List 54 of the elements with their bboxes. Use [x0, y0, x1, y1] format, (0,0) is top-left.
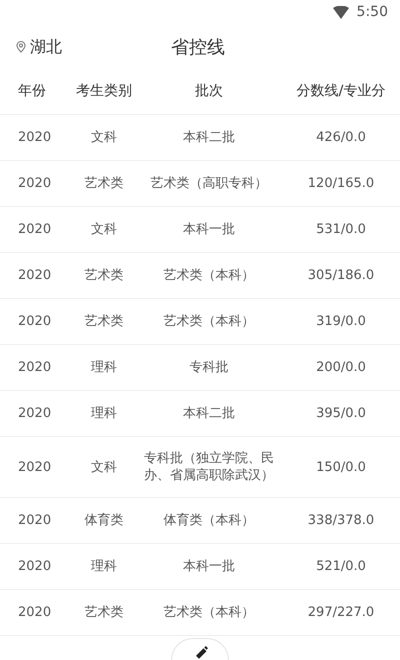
table-cell: 文科	[91, 221, 117, 238]
table-cell-text: 305/186.0	[306, 267, 374, 284]
table-cell-text: 200/0.0	[315, 359, 366, 376]
table-cell-text: 2020	[17, 313, 52, 331]
table-cell-text: 319/0.0	[315, 313, 366, 330]
table-cell: 理科	[91, 558, 117, 575]
column-header: 批次	[194, 82, 224, 101]
column-header: 考生类别	[75, 82, 133, 101]
table-cell: 理科	[91, 405, 117, 422]
table-cell-text: 297/227.0	[306, 604, 374, 621]
table-cell: 艺术类（高职专科）	[150, 175, 268, 192]
page-title: 省控线	[171, 36, 225, 60]
table-cell-text: 120/165.0	[306, 175, 374, 192]
table-cell: 艺术类	[84, 267, 124, 284]
location-label[interactable]: 湖北	[30, 35, 62, 59]
table-cell-text: 专科批（独立学院、民办、省属高职除武汉）	[143, 450, 275, 484]
table-cell-text: 2020	[17, 267, 52, 285]
table-cell-text: 2020	[17, 175, 52, 193]
table-cell-text: 521/0.0	[315, 558, 366, 575]
table-cell: 艺术类（本科）	[164, 604, 254, 621]
table-cell-text: 531/0.0	[315, 221, 366, 238]
table-cell: 艺术类（本科）	[164, 313, 254, 330]
column-header: 年份	[17, 82, 47, 101]
table-cell-text: 2020	[17, 512, 52, 530]
location-pin-icon[interactable]	[16, 41, 26, 53]
table-cell-text: 2020	[17, 221, 52, 239]
table-cell: 体育类	[84, 512, 124, 529]
table-cell: 文科	[91, 458, 117, 476]
table-cell: 艺术类	[84, 313, 124, 330]
table-cell-text: 395/0.0	[315, 405, 366, 422]
table-cell-text: 2020	[17, 359, 52, 377]
table-cell: 理科	[91, 359, 117, 376]
table-cell: 艺术类	[84, 604, 124, 621]
edit-button[interactable]	[171, 638, 229, 660]
column-header: 分数线/专业分	[296, 82, 386, 101]
table-cell-text: 2020	[17, 405, 52, 423]
table-cell-text: 338/378.0	[306, 512, 374, 529]
table-cell-text: 426/0.0	[315, 129, 366, 146]
table-cell-text: 2020	[17, 604, 52, 622]
table-cell: 本科一批	[183, 558, 235, 575]
table-cell: 文科	[91, 129, 117, 146]
table-cell: 艺术类	[84, 175, 124, 192]
table-cell: 本科二批	[183, 405, 235, 422]
table-cell: 本科二批	[183, 129, 235, 146]
table-cell: 本科一批	[183, 221, 235, 238]
table-cell-text: 2020	[17, 458, 52, 476]
status-time: 5:50	[356, 3, 388, 22]
table-cell: 体育类（本科）	[164, 512, 254, 529]
table-cell: 专科批	[190, 359, 228, 376]
table-cell: 艺术类（本科）	[164, 267, 254, 284]
wifi-icon	[332, 6, 349, 19]
table-cell-text: 2020	[17, 558, 52, 576]
table-cell-text: 150/0.0	[315, 458, 366, 476]
table-cell-text: 2020	[17, 129, 52, 147]
